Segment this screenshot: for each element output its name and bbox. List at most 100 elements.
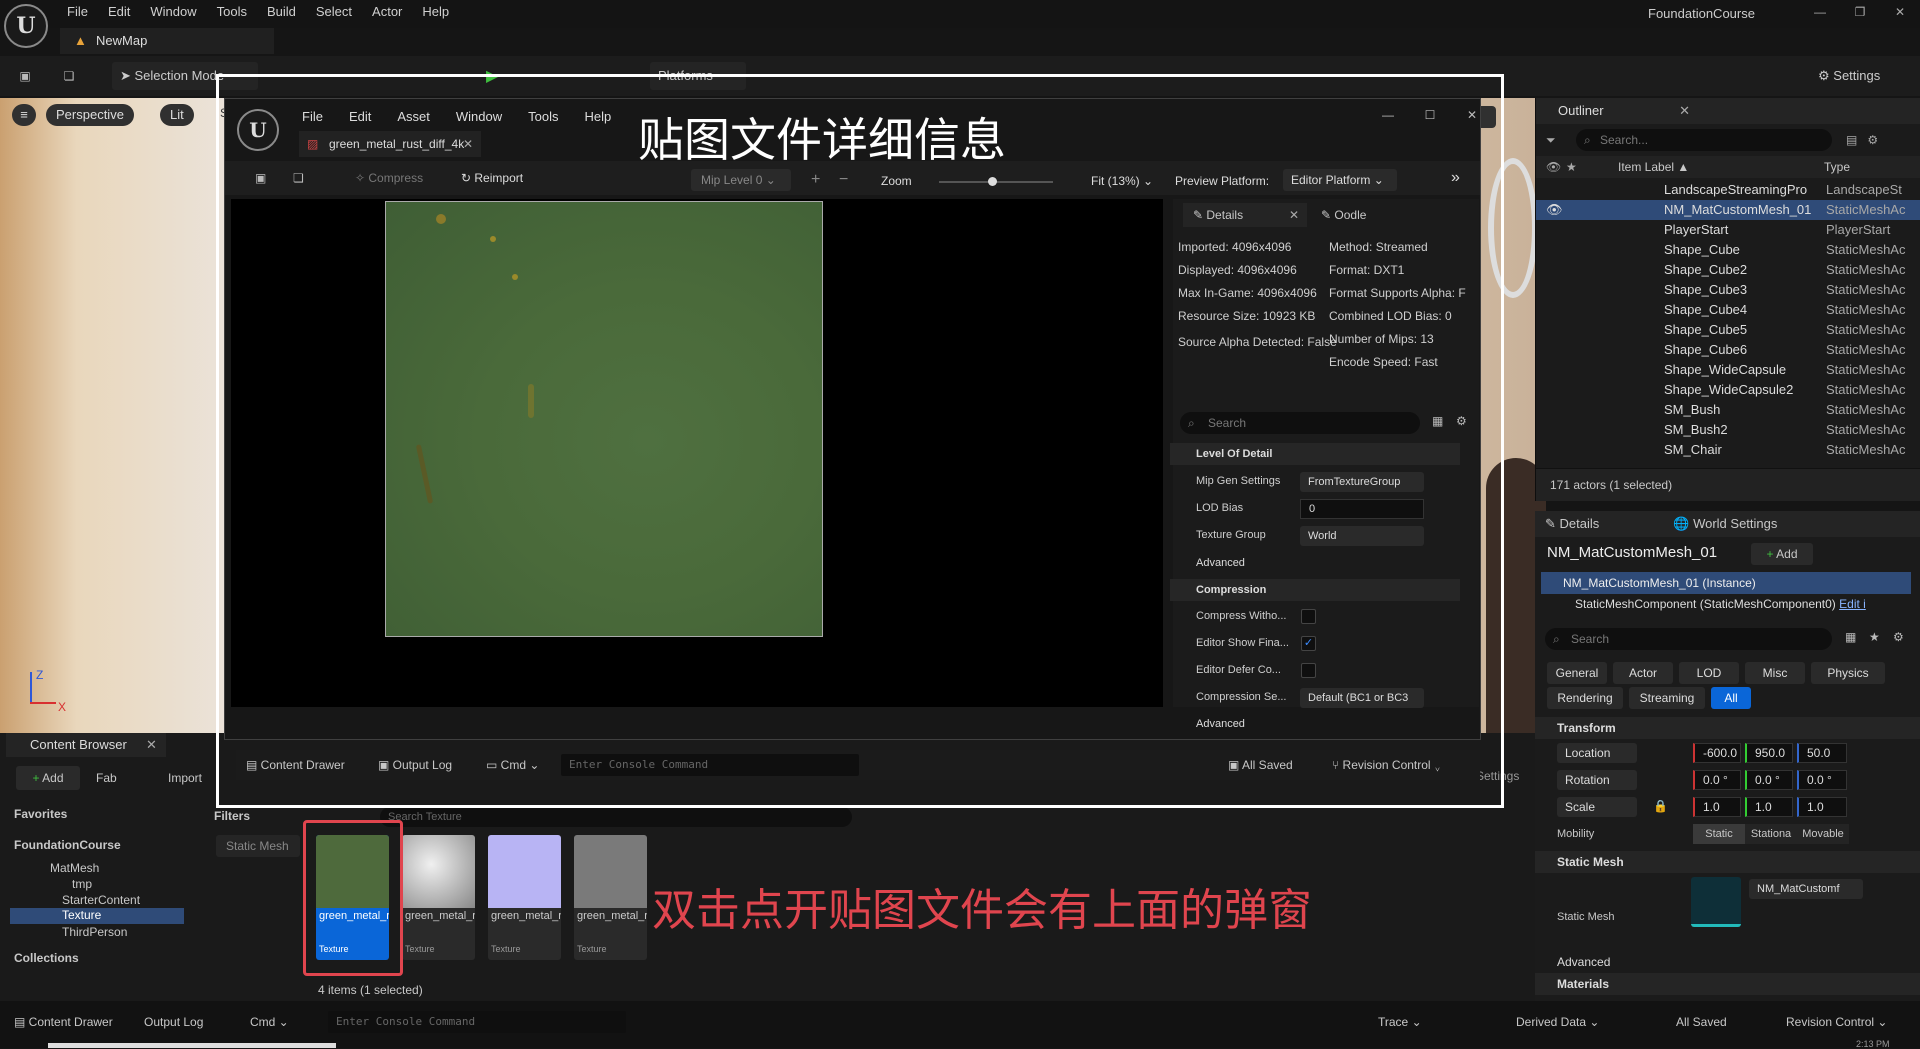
cat-actor[interactable]: Actor: [1613, 662, 1673, 684]
table-row[interactable]: SM_Bush StaticMeshAc: [1536, 400, 1920, 420]
table-row[interactable]: SM_Chair StaticMeshAc: [1536, 440, 1920, 460]
menu-tools[interactable]: Tools: [207, 0, 257, 24]
asset-tile-selected[interactable]: green_metal_rust_diff_4k Texture: [316, 835, 389, 960]
perspective-button[interactable]: Perspective: [46, 104, 134, 126]
transform-section[interactable]: Transform: [1535, 717, 1920, 739]
texture-viewport[interactable]: [231, 199, 1163, 707]
menu-asset[interactable]: Asset: [384, 105, 443, 129]
rotation-y[interactable]: 0.0 °: [1745, 770, 1793, 790]
save-icon[interactable]: ▣: [16, 67, 34, 85]
trace-button[interactable]: Trace ⌄: [1378, 1015, 1422, 1029]
close-icon[interactable]: ✕: [1451, 108, 1493, 122]
selection-mode-button[interactable]: ➤ Selection Mode: [112, 62, 258, 90]
details-tab[interactable]: ✎ Details ✕: [1183, 203, 1307, 227]
scale-y[interactable]: 1.0: [1745, 797, 1793, 817]
close-icon[interactable]: ✕: [463, 131, 473, 157]
editor-defer-checkbox[interactable]: [1301, 663, 1316, 678]
texture-tab[interactable]: ▨ green_metal_rust_diff_4k ✕: [299, 131, 481, 157]
menu-edit[interactable]: Edit: [98, 0, 140, 24]
close-icon[interactable]: ✕: [1880, 5, 1920, 19]
table-row[interactable]: Shape_Cube5 StaticMeshAc: [1536, 320, 1920, 340]
cb-settings-button[interactable]: Settings: [1476, 769, 1519, 783]
outliner-tab[interactable]: Outliner ✕: [1536, 98, 1920, 124]
filter-icon[interactable]: ⏷: [1546, 133, 1576, 148]
materials-section[interactable]: Materials: [1535, 973, 1920, 995]
table-row[interactable]: Shape_WideCapsule2 StaticMeshAc: [1536, 380, 1920, 400]
instance-row[interactable]: NM_MatCustomMesh_01 (Instance): [1541, 572, 1911, 594]
outliner-search-input[interactable]: ⌕ Search...: [1576, 129, 1832, 151]
add-folder-icon[interactable]: ▤: [1846, 133, 1857, 147]
table-row[interactable]: LandscapeStreamingPro LandscapeSt: [1536, 180, 1920, 200]
scale-x[interactable]: 1.0: [1693, 797, 1741, 817]
lod-bias-input[interactable]: 0: [1300, 499, 1424, 519]
cat-general[interactable]: General: [1547, 662, 1607, 684]
settings-button[interactable]: ⚙ Settings: [1810, 62, 1910, 90]
all-saved-button[interactable]: ▣ All Saved: [1228, 758, 1293, 772]
edit-link[interactable]: Edit i: [1839, 597, 1866, 611]
mobility-stationary[interactable]: Stationa: [1745, 824, 1797, 844]
menu-tools[interactable]: Tools: [515, 105, 571, 129]
all-saved-button[interactable]: All Saved: [1676, 1015, 1727, 1029]
gear-icon[interactable]: ⚙: [1893, 630, 1904, 644]
cat-rendering[interactable]: Rendering: [1547, 687, 1623, 709]
menu-file[interactable]: File: [289, 105, 336, 129]
tree-item-texture[interactable]: Texture: [10, 908, 184, 924]
location-y[interactable]: 950.0: [1745, 743, 1793, 763]
expand-icon[interactable]: »: [1451, 169, 1460, 187]
details-search-input[interactable]: ⌕ Search: [1545, 628, 1832, 650]
table-row-selected[interactable]: 👁 NM_MatCustomMesh_01 StaticMeshAc: [1536, 200, 1920, 220]
eye-icon[interactable]: 👁: [1546, 200, 1563, 220]
oodle-tab[interactable]: ✎ Oodle: [1311, 203, 1435, 227]
table-row[interactable]: Shape_Cube StaticMeshAc: [1536, 240, 1920, 260]
fit-dropdown[interactable]: Fit (13%) ⌄: [1091, 174, 1153, 188]
cat-physics[interactable]: Physics: [1811, 662, 1885, 684]
add-button[interactable]: + Add: [16, 766, 80, 790]
tree-item-thirdperson[interactable]: ThirdPerson: [62, 925, 127, 939]
content-drawer-button[interactable]: ▤ Content Drawer: [246, 758, 345, 772]
cat-lod[interactable]: LOD: [1679, 662, 1739, 684]
scale-dropdown[interactable]: Scale: [1557, 797, 1637, 817]
play-icon[interactable]: ▶: [486, 66, 498, 86]
static-mesh-dropdown[interactable]: NM_MatCustomf: [1749, 879, 1863, 899]
star-icon[interactable]: ★: [1869, 630, 1880, 644]
revision-control-button[interactable]: ⑂ Revision Control ⌄: [1332, 758, 1441, 772]
asset-tile[interactable]: green_metal_rust_rough_... Texture: [574, 835, 647, 960]
gear-icon[interactable]: ⚙: [1456, 414, 1467, 428]
details-tab[interactable]: ✎ Details: [1535, 516, 1599, 532]
rotation-z[interactable]: 0.0 °: [1797, 770, 1847, 790]
col-item-label[interactable]: Item Label ▲: [1618, 156, 1689, 178]
compress-button[interactable]: ✧ Compress: [355, 171, 423, 185]
menu-build[interactable]: Build: [257, 0, 306, 24]
static-mesh-thumbnail[interactable]: [1691, 877, 1741, 927]
minus-icon[interactable]: −: [839, 171, 848, 189]
minimize-icon[interactable]: —: [1367, 108, 1409, 122]
content-drawer-button[interactable]: ▤ Content Drawer: [14, 1015, 113, 1029]
content-browse-icon[interactable]: ❏: [60, 67, 78, 85]
lod-section[interactable]: Level Of Detail: [1170, 443, 1460, 465]
table-row[interactable]: Shape_Cube2 StaticMeshAc: [1536, 260, 1920, 280]
rotation-x[interactable]: 0.0 °: [1693, 770, 1741, 790]
menu-file[interactable]: File: [57, 0, 98, 24]
compression-section[interactable]: Compression: [1170, 579, 1460, 601]
plus-icon[interactable]: +: [811, 171, 820, 189]
rotation-dropdown[interactable]: Rotation: [1557, 770, 1637, 790]
static-mesh-section[interactable]: Static Mesh: [1535, 851, 1920, 873]
mobility-movable[interactable]: Movable: [1797, 824, 1849, 844]
content-browser-tab[interactable]: Content Browser ✕: [6, 733, 166, 757]
unreal-logo-icon[interactable]: U: [4, 4, 48, 48]
menu-help[interactable]: Help: [571, 105, 624, 129]
table-row[interactable]: Shape_Cube4 StaticMeshAc: [1536, 300, 1920, 320]
lit-button[interactable]: Lit: [160, 104, 194, 126]
cmd-dropdown[interactable]: ▭ Cmd ⌄: [486, 758, 539, 772]
preview-platform-dropdown[interactable]: Editor Platform ⌄: [1283, 169, 1397, 191]
texture-details-search[interactable]: ⌕ Search: [1180, 412, 1420, 434]
save-icon[interactable]: ▣: [255, 171, 266, 185]
derived-data-button[interactable]: Derived Data ⌄: [1516, 1015, 1599, 1029]
project-header[interactable]: FoundationCourse: [14, 838, 121, 852]
minimize-icon[interactable]: —: [1800, 5, 1840, 19]
world-settings-tab[interactable]: 🌐 World Settings: [1599, 516, 1777, 532]
table-row[interactable]: Shape_WideCapsule StaticMeshAc: [1536, 360, 1920, 380]
advanced-expander-2[interactable]: Advanced: [1170, 713, 1460, 735]
advanced-expander[interactable]: Advanced: [1535, 951, 1920, 973]
menu-help[interactable]: Help: [412, 0, 459, 24]
